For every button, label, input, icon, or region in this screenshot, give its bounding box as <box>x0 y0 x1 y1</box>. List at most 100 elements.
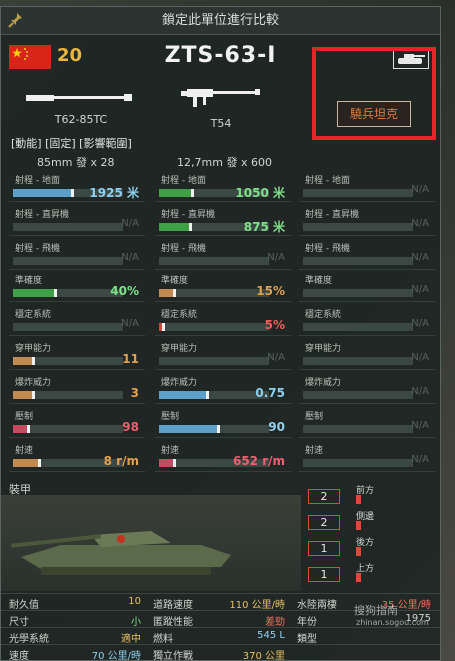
ammo-caliber: 12,7mm <box>177 156 223 169</box>
stat-bar-track <box>159 323 269 331</box>
stat-value: N/A <box>411 352 429 363</box>
stat-label: 爆炸威力 <box>161 378 198 388</box>
stat-cell: 爆炸威力 0.75 <box>155 373 291 404</box>
stat-bar-track <box>159 289 269 297</box>
stat-value: 90 <box>268 420 285 434</box>
stat-bar-tip <box>191 189 195 197</box>
weapon-slot-1[interactable]: T62-85TC <box>21 87 141 137</box>
stat-value: N/A <box>411 318 429 329</box>
stat-label: 穿甲能力 <box>161 344 198 354</box>
spec-value: 545 L <box>257 630 285 641</box>
stat-label: 準確度 <box>305 276 333 286</box>
armor-rear-value: 1 <box>308 541 340 556</box>
pin-icon[interactable] <box>7 11 25 29</box>
armor-section: 裝甲 2 2 1 1 前方 側邊 後方 上方 <box>1 475 440 593</box>
weapon-label: T54 <box>210 117 232 130</box>
spec-value: 370 公里 <box>242 651 285 661</box>
stat-bar-track <box>303 459 413 467</box>
spec-label: 尺寸 <box>9 617 29 628</box>
stat-bar-tip <box>54 289 57 297</box>
spec-value: 70 公里/時 <box>91 651 141 661</box>
stat-cell: 穿甲能力 N/A <box>299 339 435 370</box>
spec-label: 年份 <box>297 617 317 628</box>
stat-cell: 射程 - 直昇機 N/A <box>9 205 145 236</box>
stat-bar-track <box>13 357 123 365</box>
stat-cell: 射速 8 r/m <box>9 441 145 472</box>
stat-bar-track <box>13 425 123 433</box>
stat-bar-track <box>159 257 269 265</box>
stat-bar-fill <box>159 189 195 197</box>
stat-bar-track <box>303 357 413 365</box>
stat-label: 射程 - 直昇機 <box>15 210 69 220</box>
ammo-caliber: 85mm <box>37 156 73 169</box>
stat-value: 1925 米 <box>89 186 139 200</box>
stat-value: N/A <box>121 218 139 229</box>
spec-row: 速度 70 公里/時 獨立作戰 370 公里 <box>1 644 440 661</box>
spec-value: 差勁 <box>265 617 285 628</box>
stat-cell: 穩定系統 N/A <box>299 305 435 336</box>
stat-cell: 準確度 40% <box>9 271 145 302</box>
stat-label: 射程 - 地面 <box>15 176 60 186</box>
spec-value: 110 公里/時 <box>229 600 285 611</box>
stat-value: 3 <box>130 386 139 400</box>
stat-bar-track <box>13 223 123 231</box>
stat-label: 穩定系統 <box>161 310 198 320</box>
stat-bar-tip <box>32 357 35 365</box>
stat-label: 穩定系統 <box>305 310 342 320</box>
stat-label: 射程 - 飛機 <box>305 244 350 254</box>
spec-value: 適中 <box>121 634 141 645</box>
armor-top-mark <box>356 573 361 582</box>
weapon-slot-2[interactable]: T54 <box>161 83 281 133</box>
stat-cell: 壓制 90 <box>155 407 291 438</box>
stat-value: 0.75 <box>255 386 285 400</box>
stat-bar-tip <box>216 425 220 433</box>
ammo-icon: 發 <box>226 156 238 169</box>
stat-label: 壓制 <box>161 412 180 422</box>
stat-label: 射程 - 地面 <box>305 176 350 186</box>
stat-label: 準確度 <box>15 276 43 286</box>
stat-cell: 射程 - 飛機 N/A <box>299 239 435 270</box>
stat-label: 穿甲能力 <box>305 344 342 354</box>
stat-label: 射程 - 飛機 <box>15 244 60 254</box>
stat-label: 準確度 <box>161 276 189 286</box>
stat-label: 爆炸威力 <box>305 378 342 388</box>
unit-card-panel: 鎖定此單位進行比較 20 ZTS-63-I 驍兵坦克 T62-85TC T54 … <box>0 6 441 661</box>
stat-label: 射程 - 直昇機 <box>305 210 359 220</box>
stat-cell: 爆炸威力 3 <box>9 373 145 404</box>
stat-value: N/A <box>411 454 429 465</box>
ammo-rounds: x 600 <box>240 156 272 169</box>
stat-bar-track <box>159 357 269 365</box>
stat-cell: 射程 - 飛機 N/A <box>155 239 291 270</box>
stat-value: 15% <box>256 284 285 298</box>
stat-value: N/A <box>411 184 429 195</box>
cannon-icon <box>26 94 132 101</box>
stat-bar-tip <box>70 189 74 197</box>
stat-value: 8 r/m <box>103 454 139 468</box>
armor-front-value: 2 <box>308 489 340 504</box>
spec-label: 類型 <box>297 634 317 645</box>
lock-compare-bar[interactable]: 鎖定此單位進行比較 <box>1 7 440 35</box>
armor-front-mark <box>356 495 361 504</box>
watermark-url: zhinan.sogou.com <box>356 618 429 627</box>
armor-top-value: 1 <box>308 567 340 582</box>
stat-label: 射速 <box>15 446 34 456</box>
spec-value: 小 <box>131 617 141 628</box>
stat-bar-track <box>159 391 269 399</box>
spec-value: 10 <box>128 596 141 607</box>
stat-cell: 射速 N/A <box>299 441 435 472</box>
stat-label: 穩定系統 <box>15 310 52 320</box>
watermark: 搜狗指南 <box>354 604 398 617</box>
spec-label: 匿蹤性能 <box>153 617 193 628</box>
stat-label: 穿甲能力 <box>15 344 52 354</box>
stat-value: N/A <box>411 284 429 295</box>
unit-class-tag: 驍兵坦克 <box>337 101 411 127</box>
stat-value: N/A <box>267 252 285 263</box>
spec-label: 道路速度 <box>153 600 193 611</box>
stat-bar-track <box>303 257 413 265</box>
stat-cell: 射程 - 直昇機 875 米 <box>155 205 291 236</box>
machine-gun-icon <box>181 89 260 107</box>
stat-cell: 穩定系統 5% <box>155 305 291 336</box>
armor-side-mark <box>356 521 361 530</box>
stat-cell: 壓制 N/A <box>299 407 435 438</box>
stat-cell: 準確度 15% <box>155 271 291 302</box>
